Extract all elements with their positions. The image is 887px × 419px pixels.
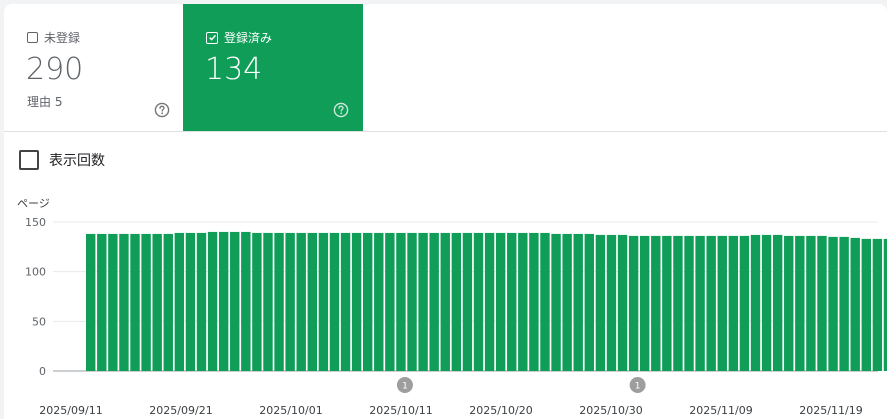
y-tick-label: 100 <box>25 266 46 279</box>
chart-bar <box>495 232 506 371</box>
chart-bar <box>772 234 783 371</box>
chart-bar <box>363 232 373 371</box>
chart-bar <box>861 238 871 371</box>
chart-bar <box>473 232 484 371</box>
chart-bar <box>695 235 705 371</box>
chart-bar <box>318 232 329 371</box>
chart-bar <box>418 232 428 371</box>
chart-bar <box>640 235 650 371</box>
chart-bar <box>540 232 550 371</box>
chart-bar <box>97 233 107 371</box>
chart-bar <box>285 232 295 371</box>
chart-bar <box>728 235 739 371</box>
chart-bar <box>174 232 185 371</box>
indexed-pages-chart: 0 50 100 150 2025/09/11 2025/09/21 2025/10/01 2… <box>25 216 887 417</box>
chart-bar <box>374 232 384 371</box>
y-tick-label: 0 <box>39 365 46 378</box>
chart-bar <box>817 235 827 371</box>
chart-bar <box>750 234 761 371</box>
chart-bar <box>628 235 639 371</box>
chart-bar <box>828 236 838 371</box>
chart-bar <box>529 232 539 371</box>
chart-bar <box>518 232 528 371</box>
x-tick-label: 2025/11/19 <box>799 404 862 417</box>
chart-bar <box>252 232 262 371</box>
x-tick-label: 2025/10/01 <box>259 404 322 417</box>
chart-bar <box>761 234 772 371</box>
chart-bar <box>296 232 306 371</box>
chart-bar <box>606 234 617 371</box>
chart-bar <box>396 232 406 371</box>
chart-bar <box>329 232 340 371</box>
chart-bar <box>562 233 572 371</box>
chart-bar <box>673 235 683 371</box>
chart-bar <box>507 232 517 371</box>
chart-bar <box>462 232 473 371</box>
chart-bar <box>207 231 218 371</box>
x-tick-label: 2025/10/30 <box>579 404 642 417</box>
chart-bar <box>717 235 727 371</box>
index-coverage-card: 未登録 290 理由 5 登録済み 134 表示回数 ページ 0 50 100 150… <box>4 4 887 419</box>
chart-bar <box>584 233 594 371</box>
chart-bar <box>651 235 661 371</box>
annotation-label: 1 <box>402 382 408 392</box>
chart-bar <box>108 233 118 371</box>
chart-bar <box>795 235 805 371</box>
x-tick-label: 2025/10/20 <box>469 404 532 417</box>
chart-bar <box>784 235 794 371</box>
y-tick-label: 50 <box>32 315 46 328</box>
chart-bar <box>440 232 450 371</box>
chart-bar <box>839 236 849 371</box>
chart-bar <box>429 232 439 371</box>
chart-bar <box>196 232 207 371</box>
chart-bar <box>351 232 362 371</box>
x-tick-label: 2025/09/11 <box>39 404 102 417</box>
chart-bar <box>407 232 417 371</box>
chart-bar <box>706 235 716 371</box>
x-tick-label: 2025/09/21 <box>149 404 212 417</box>
chart-bar <box>230 231 240 371</box>
chart-bar <box>241 231 251 371</box>
chart-bar <box>739 235 750 371</box>
chart-bar <box>307 232 317 371</box>
chart-bar <box>617 234 628 371</box>
chart-bar <box>163 233 173 371</box>
chart-bar <box>130 233 140 371</box>
chart-bar <box>451 232 462 371</box>
x-tick-label: 2025/11/09 <box>689 404 752 417</box>
chart-bar <box>684 235 694 371</box>
chart-bar <box>484 232 495 371</box>
chart-bar <box>263 232 273 371</box>
chart-bar <box>872 238 883 371</box>
chart-bar <box>806 235 816 371</box>
chart-bar <box>340 232 351 371</box>
chart-bar <box>141 233 151 371</box>
chart-bar <box>385 232 395 371</box>
annotation-label: 1 <box>635 382 641 392</box>
x-tick-label: 2025/10/11 <box>369 404 432 417</box>
y-tick-label: 150 <box>25 216 46 229</box>
chart-bar <box>551 233 561 371</box>
chart-bar <box>218 231 229 371</box>
chart-bar <box>573 233 583 371</box>
chart-bar <box>850 237 860 371</box>
chart-bar <box>274 232 284 371</box>
chart-bar <box>86 233 96 371</box>
chart-bar <box>662 235 672 371</box>
chart-bar <box>595 234 606 371</box>
chart-bar <box>152 233 162 371</box>
chart-bar <box>119 233 129 371</box>
chart-bar <box>185 232 196 371</box>
